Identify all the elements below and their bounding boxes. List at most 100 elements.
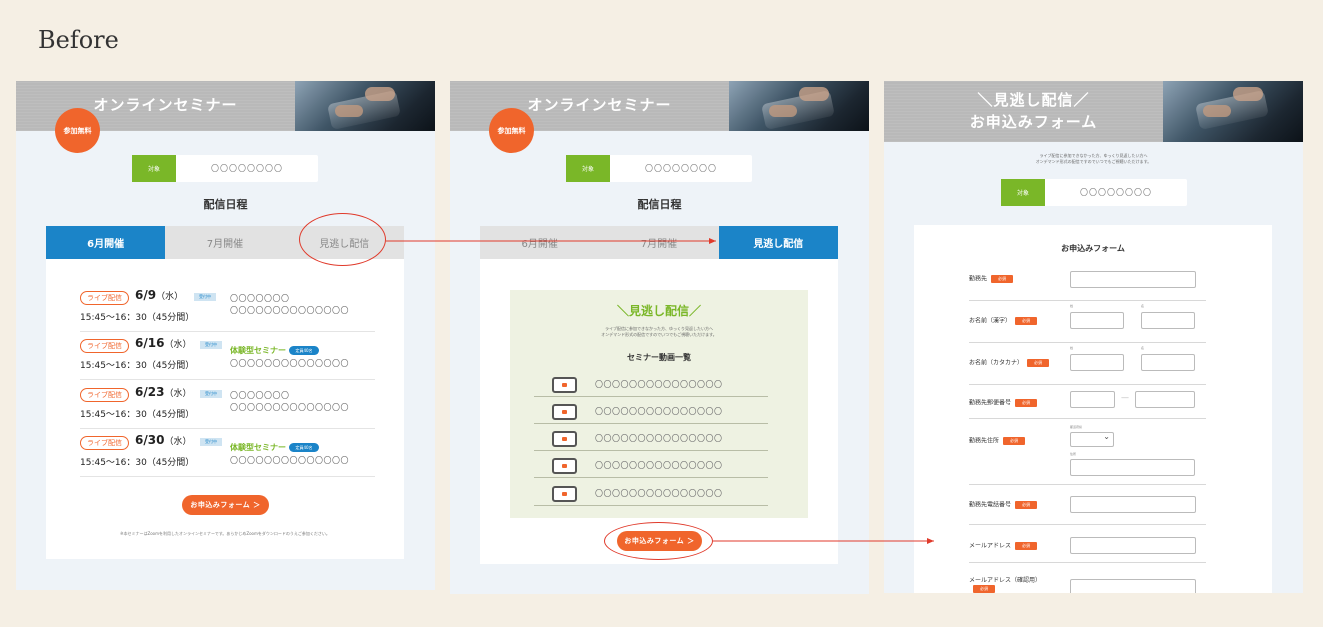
prefecture-select[interactable] <box>1070 432 1114 447</box>
phone-input[interactable] <box>1070 496 1196 513</box>
target-value: 〇〇〇〇〇〇〇〇 <box>1080 188 1152 197</box>
open-badge: 受付中 <box>200 341 222 349</box>
video-item[interactable]: 〇〇〇〇〇〇〇〇〇〇〇〇〇〇〇 <box>534 400 768 424</box>
schedule-row[interactable]: ライブ配信 6/30（水） 受付中 15:45〜16：30（45分間） 体験型セ… <box>80 429 375 477</box>
tablet-play-icon <box>552 404 577 420</box>
missed-box: ＼見逃し配信／ ライブ配信に参加できなかった方、ゆっくり見返したい方へ オンデマン… <box>510 290 808 518</box>
seminar-subtitle: 〇〇〇〇〇〇〇〇〇〇〇〇〇〇 <box>230 456 349 465</box>
schedule-row[interactable]: ライブ配信 6/23（水） 受付中 15:45〜16：30（45分間） 〇〇〇〇… <box>80 381 375 429</box>
video-item[interactable]: 〇〇〇〇〇〇〇〇〇〇〇〇〇〇〇 <box>534 482 768 506</box>
seminar-title: 〇〇〇〇〇〇〇 <box>230 294 290 303</box>
video-title: 〇〇〇〇〇〇〇〇〇〇〇〇〇〇〇 <box>595 434 723 443</box>
experience-label: 体験型セミナー <box>230 443 286 452</box>
target-box: 対象 〇〇〇〇〇〇〇〇 <box>132 155 318 182</box>
first-name-kana-input[interactable] <box>1141 354 1195 371</box>
video-item[interactable]: 〇〇〇〇〇〇〇〇〇〇〇〇〇〇〇 <box>534 427 768 451</box>
schedule-time: 15:45〜16：30（45分間） <box>80 361 195 371</box>
address-input[interactable] <box>1070 459 1195 476</box>
apply-button[interactable]: お申込みフォーム ＞ <box>182 495 269 515</box>
schedule-row[interactable]: ライブ配信 6/16（水） 受付中 15:45〜16：30（45分間） 体験型セ… <box>80 332 375 380</box>
hero-title: ＼見逃し配信／ お申込みフォーム <box>969 90 1098 131</box>
field-label: 勤務先電話番号 必須 <box>969 501 1038 509</box>
seminar-subtitle: 〇〇〇〇〇〇〇〇〇〇〇〇〇〇 <box>230 306 349 315</box>
last-name-input[interactable] <box>1070 312 1124 329</box>
tab-june[interactable]: 6月開催 <box>46 226 166 265</box>
schedule-time: 15:45〜16：30（45分間） <box>80 458 195 468</box>
tab-bar: 6月開催 7月開催 見逃し配信 <box>480 226 838 265</box>
capacity-badge: 定員40名 <box>289 346 319 355</box>
field-label: 勤務先郵便番号 必須 <box>969 399 1038 407</box>
tab-missed[interactable]: 見逃し配信 <box>718 226 838 265</box>
mei-label: 名 <box>1141 304 1145 308</box>
application-form: お申込みフォーム 勤務先 必須 お名前（漢字） 必須 姓 名 お名前（カタカナ） 必須… <box>914 225 1272 593</box>
sei-label: 姓 <box>1070 304 1074 308</box>
live-badge: ライブ配信 <box>80 388 129 402</box>
field-label: お名前（カタカナ） 必須 <box>969 359 1050 367</box>
zip-dash: — <box>1121 393 1129 402</box>
hero-banner: ＼見逃し配信／ お申込みフォーム <box>884 81 1303 142</box>
seminar-title: 〇〇〇〇〇〇〇 <box>230 391 290 400</box>
tab-june[interactable]: 6月開催 <box>480 226 600 259</box>
last-name-kana-input[interactable] <box>1070 354 1124 371</box>
tablet-play-icon <box>552 431 577 447</box>
annotation-circle-apply <box>604 522 713 560</box>
tab-july[interactable]: 7月開催 <box>599 226 719 259</box>
hero-photo <box>729 81 869 131</box>
field-email-confirm: メールアドレス（確認用）必須 <box>969 563 1206 593</box>
field-label: メールアドレス 必須 <box>969 542 1038 550</box>
email-confirm-input[interactable] <box>1070 579 1196 593</box>
sei-label: 姓 <box>1070 346 1074 350</box>
form-description: ライブ配信に参加できなかった方、ゆっくり見返したい方へ オンデマンド形式の配信です… <box>1035 153 1152 165</box>
seminar-subtitle: 〇〇〇〇〇〇〇〇〇〇〇〇〇〇 <box>230 359 349 368</box>
tablet-play-icon <box>552 458 577 474</box>
schedule-row[interactable]: ライブ配信 6/9（水） 受付中 15:45〜16：30（45分間） 〇〇〇〇〇… <box>80 284 375 332</box>
live-badge: ライブ配信 <box>80 291 129 305</box>
annotation-circle-missed-tab <box>299 213 386 266</box>
tablet-play-icon <box>552 486 577 502</box>
live-badge: ライブ配信 <box>80 339 129 353</box>
video-item[interactable]: 〇〇〇〇〇〇〇〇〇〇〇〇〇〇〇 <box>534 373 768 397</box>
target-value: 〇〇〇〇〇〇〇〇 <box>645 164 717 173</box>
tablet-play-icon <box>552 377 577 393</box>
free-badge: 参加無料 <box>55 108 100 153</box>
field-label: お名前（漢字） 必須 <box>969 317 1038 325</box>
target-value: 〇〇〇〇〇〇〇〇 <box>211 164 283 173</box>
mockup-panel-missed: オンラインセミナー 参加無料 対象 〇〇〇〇〇〇〇〇 配信日程 6月開催 7月開… <box>450 81 869 594</box>
missed-title: ＼見逃し配信／ <box>616 304 701 318</box>
zoom-note: ※本セミナーはZoomを利用したオンラインセミナーです。あらかじめZoomをダウ… <box>120 531 330 536</box>
zip-input-2[interactable] <box>1135 391 1195 408</box>
email-input[interactable] <box>1070 537 1196 554</box>
field-label: 勤務先 必須 <box>969 275 1014 283</box>
field-label: 勤務先住所 必須 <box>969 437 1026 445</box>
video-title: 〇〇〇〇〇〇〇〇〇〇〇〇〇〇〇 <box>595 489 723 498</box>
video-item[interactable]: 〇〇〇〇〇〇〇〇〇〇〇〇〇〇〇 <box>534 454 768 478</box>
open-badge: 受付中 <box>200 390 222 398</box>
target-box: 対象 〇〇〇〇〇〇〇〇 <box>1001 179 1187 206</box>
video-list-title: セミナー動画一覧 <box>627 353 691 362</box>
target-label: 対象 <box>1001 179 1045 206</box>
target-label: 対象 <box>566 155 610 182</box>
section-title: 配信日程 <box>203 198 248 211</box>
field-name-kanji: お名前（漢字） 必須 姓 名 <box>969 301 1206 343</box>
zip-input-1[interactable] <box>1070 391 1115 408</box>
field-email: メールアドレス 必須 <box>969 525 1206 563</box>
schedule-card: ライブ配信 6/9（水） 受付中 15:45〜16：30（45分間） 〇〇〇〇〇… <box>46 259 404 559</box>
schedule-time: 15:45〜16：30（45分間） <box>80 313 195 323</box>
address-label: 住所 <box>1070 452 1077 456</box>
hero-photo <box>295 81 435 131</box>
capacity-badge: 定員40名 <box>289 443 319 452</box>
pref-label: 都道府県 <box>1070 425 1083 429</box>
schedule-date: 6/30（水） <box>135 433 192 447</box>
company-input[interactable] <box>1070 271 1196 288</box>
mockup-panel-form: ＼見逃し配信／ お申込みフォーム ライブ配信に参加できなかった方、ゆっくり見返した… <box>884 81 1303 593</box>
field-address: 勤務先住所必須 都道府県 住所 <box>969 419 1206 485</box>
video-title: 〇〇〇〇〇〇〇〇〇〇〇〇〇〇〇 <box>595 407 723 416</box>
experience-label: 体験型セミナー <box>230 346 286 355</box>
schedule-time: 15:45〜16：30（45分間） <box>80 410 195 420</box>
first-name-input[interactable] <box>1141 312 1195 329</box>
schedule-date: 6/9（水） <box>135 288 184 302</box>
tab-july[interactable]: 7月開催 <box>165 226 285 259</box>
target-label: 対象 <box>132 155 176 182</box>
missed-card: ＼見逃し配信／ ライブ配信に参加できなかった方、ゆっくり見返したい方へ オンデマン… <box>480 259 838 564</box>
mei-label: 名 <box>1141 346 1145 350</box>
